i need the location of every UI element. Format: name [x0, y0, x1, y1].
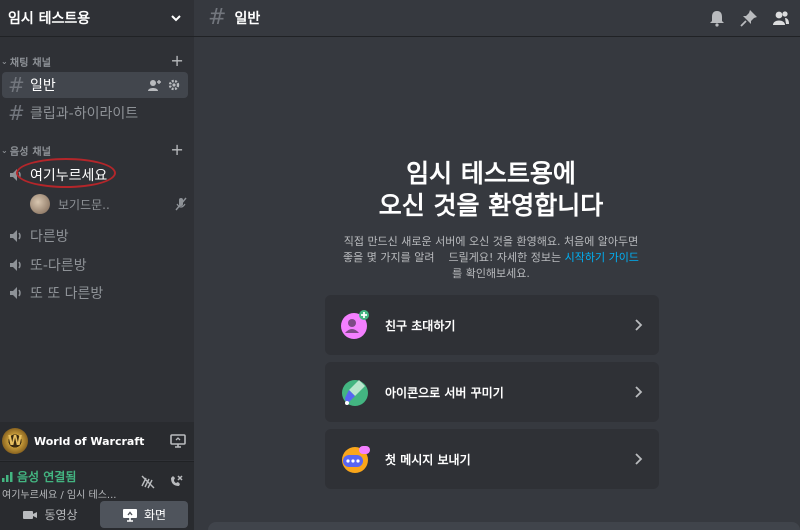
welcome-desc-line1: 직접 만드신 새로운 서버에 오신 것을 환영해요. 처음에 알아두면 [343, 235, 639, 248]
mic-muted-icon [175, 197, 187, 211]
camera-icon [23, 510, 38, 519]
invite-member-icon[interactable] [148, 79, 162, 91]
voice-status-label: 음성 연결됨 [17, 470, 77, 484]
voice-channel-item-3[interactable]: 또-다른방 [2, 252, 188, 278]
welcome-desc-line2: 좋을 몇 가지를 알려 드릴게요! 자세한 정보는 [343, 251, 562, 264]
screen-button[interactable]: 화면 [100, 501, 188, 528]
card-label: 아이콘으로 서버 꾸미기 [385, 385, 504, 400]
message-input-area[interactable] [208, 522, 800, 530]
voice-channel-item-2[interactable]: 다른방 [2, 223, 188, 249]
welcome-title-line2: 오신 것을 환영합니다 [378, 191, 604, 220]
channel-label: 또 또 다른방 [30, 286, 104, 302]
channel-label: 다른방 [30, 229, 69, 245]
category-voice-channels[interactable]: ⌄ 음성 채널 + [0, 142, 194, 158]
channel-label: 여기누르세요 [30, 168, 108, 184]
hash-icon: # [208, 5, 227, 30]
invite-friends-card[interactable]: 친구 초대하기 [325, 295, 659, 355]
video-button-label: 동영상 [44, 508, 78, 522]
hash-icon: # [8, 73, 25, 97]
channel-item-general[interactable]: # 일반 [2, 72, 188, 98]
disconnect-icon[interactable] [168, 474, 184, 490]
voice-connection-panel: 음성 연결됨 여기누르세요 / 임시 테스... [0, 461, 194, 501]
collapse-arrow-icon: ⌄ [1, 56, 8, 66]
voice-action-buttons: 동영상 화면 [0, 501, 194, 530]
game-activity-bar: W World of Warcraft [0, 422, 194, 460]
customize-server-icon [342, 380, 368, 406]
screen-button-label: 화면 [143, 508, 167, 522]
noise-suppression-icon[interactable] [140, 474, 156, 490]
send-message-icon [342, 446, 370, 473]
category-label: 음성 채널 [9, 146, 52, 158]
add-channel-icon[interactable]: + [170, 53, 184, 69]
chevron-right-icon [635, 319, 643, 331]
channel-item-clips[interactable]: # 클립과-하이라이트 [2, 100, 188, 126]
card-label: 친구 초대하기 [385, 318, 456, 333]
welcome-description: 직접 만드신 새로운 서버에 오신 것을 환영해요. 처음에 알아두면 좋을 몇… [324, 234, 658, 282]
channel-label: 클립과-하이라이트 [30, 106, 139, 122]
welcome-desc-line3: 를 확인해보세요. [452, 267, 530, 280]
add-channel-icon[interactable]: + [170, 142, 184, 158]
signal-icon [2, 471, 13, 482]
chevron-right-icon [635, 453, 643, 465]
gear-icon[interactable] [168, 79, 180, 91]
chevron-down-icon [171, 15, 181, 22]
category-text-channels[interactable]: ⌄ 채팅 채널 + [0, 53, 194, 69]
collapse-arrow-icon: ⌄ [1, 145, 8, 155]
speaker-icon [10, 230, 21, 242]
video-button[interactable]: 동영상 [6, 501, 94, 528]
speaker-icon [10, 287, 21, 299]
game-logo-icon: W [2, 428, 28, 454]
send-message-card[interactable]: 첫 메시지 보내기 [325, 429, 659, 489]
server-header[interactable]: 임시 테스트용 [0, 0, 194, 37]
server-name: 임시 테스트용 [8, 11, 91, 27]
customize-server-card[interactable]: 아이콘으로 서버 꾸미기 [325, 362, 659, 422]
voice-member[interactable]: 보기드문.. [30, 192, 188, 216]
hash-icon: # [8, 101, 25, 125]
speaker-icon [10, 259, 21, 271]
channel-header: # 일반 [194, 0, 800, 37]
welcome-section: 임시 테스트용에 오신 것을 환영합니다 직접 만드신 새로운 서버에 오신 것… [324, 158, 658, 282]
bell-icon[interactable] [708, 9, 726, 27]
welcome-title: 임시 테스트용에 오신 것을 환영합니다 [324, 158, 658, 222]
voice-member-name: 보기드문.. [58, 197, 110, 212]
welcome-title-line1: 임시 테스트용에 [406, 159, 576, 188]
card-label: 첫 메시지 보내기 [385, 452, 471, 467]
channel-label: 또-다른방 [30, 258, 87, 274]
invite-friend-icon [341, 310, 369, 339]
game-name: World of Warcraft [34, 434, 145, 448]
category-label: 채팅 채널 [9, 57, 52, 69]
pin-icon[interactable] [740, 9, 758, 27]
channel-title: 일반 [234, 11, 261, 27]
getting-started-link[interactable]: 시작하기 가이드 [565, 251, 639, 264]
channel-label: 일반 [30, 78, 56, 94]
voice-channel-item-1[interactable]: 여기누르세요 [2, 162, 188, 188]
voice-channel-item-4[interactable]: 또 또 다른방 [2, 280, 188, 306]
screen-share-icon[interactable] [170, 433, 186, 449]
speaker-icon [10, 169, 21, 181]
avatar [30, 194, 50, 214]
screen-icon [122, 508, 137, 522]
members-icon[interactable] [772, 9, 790, 27]
channel-sidebar: 임시 테스트용 ⌄ 채팅 채널 + # 일반 # 클립과-하이라이트 ⌄ 음성 … [0, 0, 194, 530]
chevron-right-icon [635, 386, 643, 398]
